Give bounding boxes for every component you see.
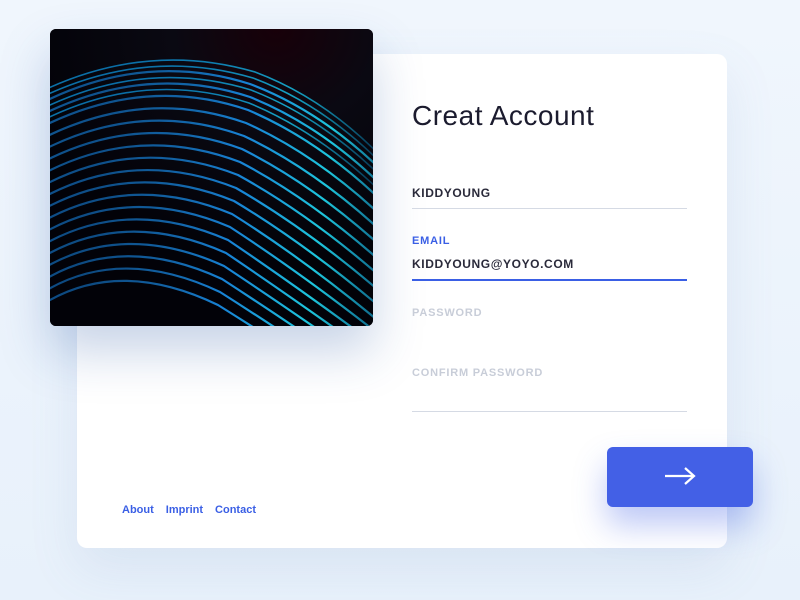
password-input[interactable]: [412, 325, 687, 343]
confirm-password-input[interactable]: [412, 385, 687, 412]
password-field-group: PASSWORD: [412, 307, 687, 345]
email-field-group: EMAIL: [412, 235, 687, 281]
contact-link[interactable]: Contact: [215, 504, 256, 516]
arrow-right-icon: [662, 464, 698, 491]
hero-image: [50, 29, 373, 326]
password-label: PASSWORD: [412, 307, 687, 319]
footer-links: About Imprint Contact: [122, 504, 256, 516]
imprint-link[interactable]: Imprint: [166, 504, 203, 516]
name-input[interactable]: [412, 182, 687, 209]
email-label: EMAIL: [412, 235, 687, 247]
signup-form: Creat Account EMAIL PASSWORD CONFIRM PAS…: [412, 100, 687, 438]
confirm-password-label: CONFIRM PASSWORD: [412, 367, 687, 379]
about-link[interactable]: About: [122, 504, 154, 516]
name-field-group: [412, 182, 687, 209]
email-input[interactable]: [412, 253, 687, 281]
submit-button[interactable]: [607, 447, 753, 507]
confirm-password-field-group: CONFIRM PASSWORD: [412, 367, 687, 412]
page-title: Creat Account: [412, 100, 687, 132]
